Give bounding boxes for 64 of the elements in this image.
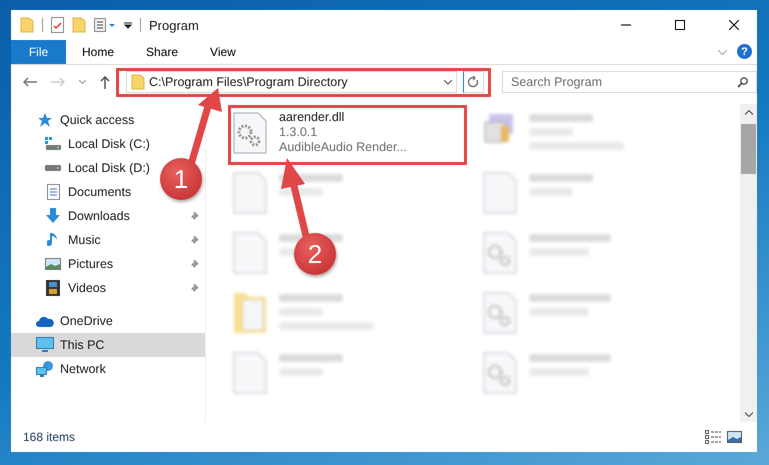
cloud-icon: [36, 315, 54, 327]
search-field[interactable]: Search Program: [502, 71, 757, 93]
file-name[interactable]: aarender.dll: [279, 110, 407, 124]
details-view-button[interactable]: [702, 430, 724, 444]
ribbon-tab[interactable]: View: [194, 40, 252, 64]
minimize-icon: [621, 24, 631, 26]
blurred-text: [529, 174, 593, 182]
ribbon-tab[interactable]: Home: [66, 40, 130, 64]
close-icon: [729, 20, 739, 30]
folder-icon: [233, 292, 267, 334]
item-count: 168 items: [23, 430, 76, 444]
window-title: Program: [149, 18, 200, 32]
star-icon: [37, 112, 53, 128]
sidebar-item[interactable]: OneDrive: [60, 314, 113, 328]
large-icons-view-button[interactable]: [724, 431, 745, 443]
checklist-icon[interactable]: [51, 17, 64, 33]
refresh-icon: [468, 76, 480, 88]
refresh-button[interactable]: [463, 71, 484, 93]
address-bar[interactable]: C:\Program Files\Program Directory: [126, 71, 458, 93]
file-gears-icon: [483, 352, 517, 394]
monitor-icon: [36, 337, 54, 353]
sidebar-item[interactable]: Music: [68, 233, 101, 247]
drive-icon: [45, 137, 61, 151]
caret-icon[interactable]: [124, 21, 132, 29]
pin-icon[interactable]: [189, 235, 199, 245]
pin-icon[interactable]: [189, 283, 199, 293]
sidebar-item[interactable]: Documents: [68, 185, 132, 199]
scrollbar[interactable]: [740, 104, 757, 422]
maximize-icon: [675, 20, 685, 30]
sidebar-item[interactable]: Downloads: [68, 209, 130, 223]
network-icon: [36, 361, 54, 377]
music-note-icon: [47, 232, 59, 248]
file-detail: 1.3.0.1: [279, 125, 318, 139]
drive-icon: [45, 164, 61, 172]
scroll-up-icon[interactable]: [744, 110, 752, 114]
sidebar-item[interactable]: Local Disk (C:): [68, 137, 150, 151]
sidebar-item[interactable]: This PC: [60, 338, 104, 352]
file-menu-button[interactable]: File: [11, 40, 66, 64]
search-icon[interactable]: [737, 77, 748, 88]
download-arrow-icon: [45, 208, 61, 224]
blurred-text: [279, 294, 343, 302]
picture-icon: [45, 258, 61, 270]
pin-icon[interactable]: [189, 259, 199, 269]
file-detail: AudibleAudio Render...: [279, 140, 407, 154]
sidebar-item[interactable]: Quick access: [60, 113, 134, 127]
file-gears-icon: [483, 232, 517, 274]
scroll-thumb[interactable]: [741, 124, 756, 174]
chevron-down-icon[interactable]: [444, 80, 452, 84]
file-gears-icon: [233, 112, 267, 154]
document-icon: [46, 184, 60, 200]
scroll-down-icon[interactable]: [744, 412, 752, 416]
sidebar-item[interactable]: Videos: [68, 281, 106, 295]
pin-icon[interactable]: [189, 211, 199, 221]
film-icon: [46, 280, 60, 296]
blurred-text: [529, 114, 593, 122]
address-path: C:\Program Files\Program Directory: [149, 75, 349, 89]
sidebar-item[interactable]: Pictures: [68, 257, 114, 271]
view-dropdown-icon[interactable]: [94, 18, 116, 32]
help-button[interactable]: ?: [737, 44, 752, 59]
file-gears-icon: [483, 292, 517, 334]
sidebar-item[interactable]: Network: [60, 362, 106, 376]
blurred-text: [279, 354, 343, 362]
ribbon-tab[interactable]: Share: [130, 40, 194, 64]
sidebar-item[interactable]: Local Disk (D:): [68, 161, 150, 175]
